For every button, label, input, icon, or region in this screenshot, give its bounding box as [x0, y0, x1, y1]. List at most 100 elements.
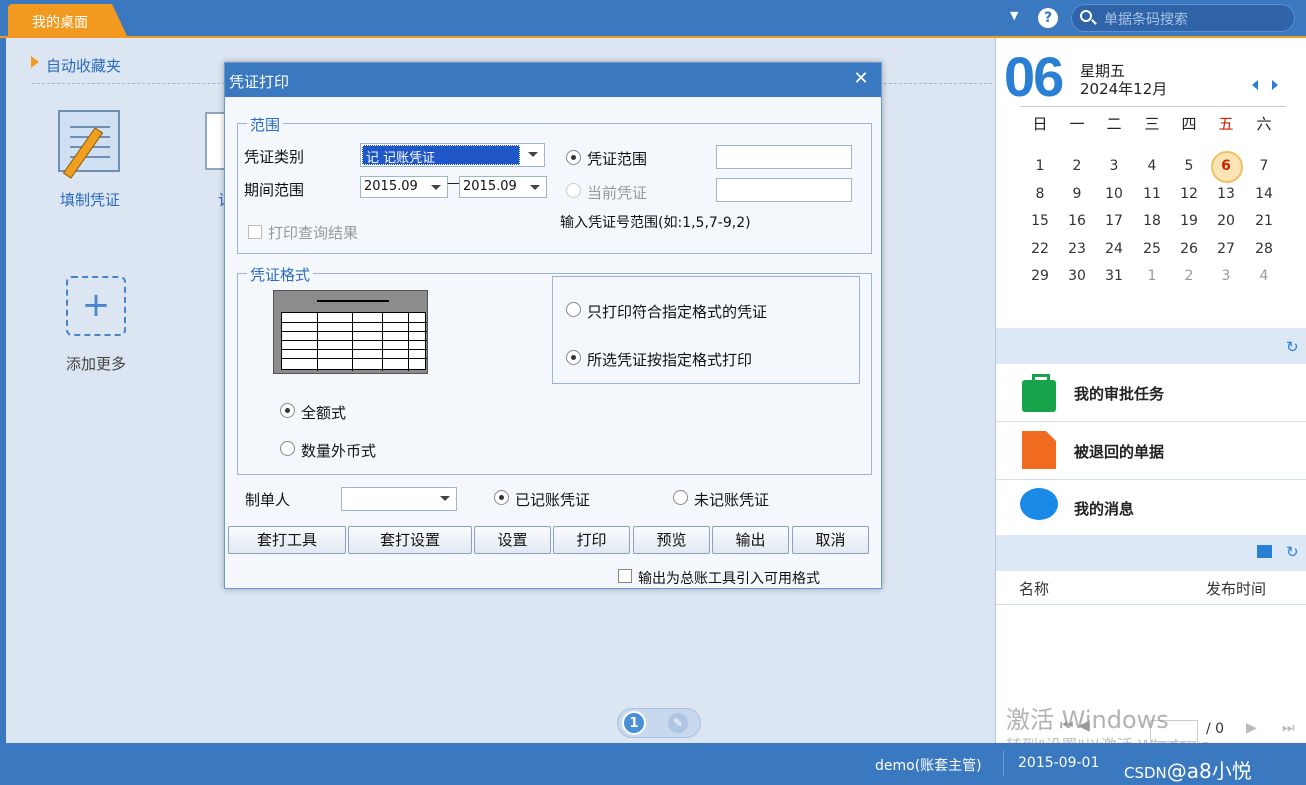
calendar-day[interactable]: 19 [1174, 213, 1204, 229]
format-group-title: 凭证格式 [247, 264, 314, 285]
current-voucher-radio[interactable] [566, 183, 581, 198]
refresh-icon[interactable]: ↻ [1286, 543, 1299, 561]
calendar-day[interactable]: 10 [1099, 186, 1129, 202]
calendar-day[interactable]: 23 [1062, 241, 1092, 257]
last-page-icon[interactable]: ⏭ [1282, 720, 1295, 736]
calendar-day[interactable]: 11 [1137, 186, 1167, 202]
selected-format-radio[interactable] [566, 350, 581, 365]
calendar-day[interactable]: 24 [1099, 241, 1129, 257]
weekday-header: 五 [1218, 115, 1234, 133]
unposted-radio[interactable] [673, 490, 688, 505]
calendar-day[interactable]: 9 [1062, 186, 1092, 202]
export-button[interactable]: 输出 [712, 526, 789, 554]
calendar-day[interactable]: 27 [1211, 241, 1241, 257]
calendar-day[interactable]: 5 [1174, 158, 1204, 174]
refresh-icon[interactable]: ↻ [1286, 338, 1299, 356]
calendar-day[interactable]: 18 [1137, 213, 1167, 229]
voucher-range-input[interactable] [716, 145, 852, 169]
task-label-approval[interactable]: 我的审批任务 [1074, 383, 1164, 404]
preview-title-line [317, 300, 389, 302]
maker-select[interactable] [341, 487, 457, 511]
help-icon[interactable]: ? [1038, 8, 1058, 28]
status-user: demo(账套主管) [875, 758, 982, 774]
search-icon[interactable] [1080, 10, 1092, 22]
calendar-day[interactable]: 14 [1249, 186, 1279, 202]
status-date: 2015-09-01 [1018, 755, 1100, 771]
calendar-day[interactable]: 15 [1025, 213, 1055, 229]
calendar-next-icon[interactable] [1272, 80, 1278, 90]
voucher-type-value[interactable]: 记 记账凭证 [362, 145, 520, 166]
calendar-prev-icon[interactable] [1252, 80, 1258, 90]
posted-label: 已记账凭证 [515, 491, 591, 509]
calendar-day[interactable]: 3 [1099, 158, 1129, 174]
calendar-day[interactable]: 2 [1174, 268, 1204, 284]
period-from-select[interactable]: 2015.09 [360, 176, 448, 198]
calendar-day[interactable]: 16 [1062, 213, 1092, 229]
page-1-button[interactable]: 1 [622, 711, 646, 735]
print-query-checkbox[interactable] [248, 225, 262, 239]
calendar-day[interactable]: 4 [1249, 268, 1279, 284]
calendar-day[interactable]: 30 [1062, 268, 1092, 284]
wrench-icon[interactable]: ✎ [668, 713, 688, 733]
add-more-label[interactable]: 添加更多 [66, 353, 126, 374]
task-label-returned[interactable]: 被退回的单据 [1074, 441, 1164, 462]
calendar-day[interactable]: 8 [1025, 186, 1055, 202]
calendar-day[interactable]: 12 [1174, 186, 1204, 202]
unposted-label: 未记账凭证 [694, 491, 770, 509]
calendar-day[interactable]: 22 [1025, 241, 1055, 257]
calendar-day[interactable]: 20 [1211, 213, 1241, 229]
calendar-day[interactable]: 29 [1025, 268, 1055, 284]
maker-label: 制单人 [245, 491, 291, 509]
posted-radio[interactable] [494, 490, 509, 505]
calendar-day[interactable]: 17 [1099, 213, 1129, 229]
cancel-button[interactable]: 取消 [792, 526, 869, 554]
next-page-icon[interactable]: ▶ [1246, 720, 1257, 736]
chevron-down-icon [528, 152, 538, 157]
full-amount-radio[interactable] [280, 403, 295, 418]
search-input[interactable]: 单据条码搜索 [1071, 4, 1295, 32]
quantity-fx-radio[interactable] [280, 441, 295, 456]
period-to-value: 2015.09 [463, 179, 517, 194]
voucher-range-radio[interactable] [566, 150, 581, 165]
calendar-day[interactable]: 21 [1249, 213, 1279, 229]
calendar-day[interactable]: 31 [1099, 268, 1129, 284]
column-header-time: 发布时间 [1206, 580, 1267, 598]
calendar-day[interactable]: 26 [1174, 241, 1204, 257]
calendar-day[interactable]: 1 [1025, 158, 1055, 174]
only-format-radio[interactable] [566, 302, 581, 317]
column-header-name: 名称 [1019, 580, 1050, 598]
add-more-icon[interactable]: + [66, 276, 126, 336]
chevron-down-icon [431, 185, 441, 190]
calendar-day[interactable]: 6 [1211, 158, 1241, 174]
calendar-day[interactable]: 2 [1062, 158, 1092, 174]
overprint-settings-button[interactable]: 套打设置 [348, 526, 472, 554]
close-icon[interactable]: ✕ [850, 68, 872, 90]
document-icon[interactable] [205, 112, 225, 170]
divider [996, 604, 1306, 605]
calendar-day[interactable]: 7 [1249, 158, 1279, 174]
voucher-type-label: 凭证类别 [244, 148, 305, 166]
favorites-title[interactable]: 自动收藏夹 [46, 55, 121, 76]
period-to-select[interactable]: 2015.09 [459, 176, 547, 198]
chevron-down-icon[interactable]: ▼ [1010, 9, 1018, 22]
divider [1020, 106, 1286, 107]
calendar-day[interactable]: 28 [1249, 241, 1279, 257]
overprint-tool-button[interactable]: 套打工具 [228, 526, 346, 554]
export-format-checkbox[interactable] [618, 569, 632, 583]
briefcase-icon [1022, 374, 1056, 412]
current-voucher-input[interactable] [716, 178, 852, 202]
preview-button[interactable]: 预览 [633, 526, 710, 554]
calendar-day[interactable]: 13 [1211, 186, 1241, 202]
settings-button[interactable]: 设置 [474, 526, 551, 554]
calendar-day[interactable]: 25 [1137, 241, 1167, 257]
calendar-day[interactable]: 1 [1137, 268, 1167, 284]
expand-arrow-icon[interactable] [31, 56, 39, 68]
tab-my-desktop[interactable]: 我的桌面 [8, 4, 128, 38]
calendar-day[interactable]: 4 [1137, 158, 1167, 174]
print-button[interactable]: 打印 [553, 526, 630, 554]
task-label-messages[interactable]: 我的消息 [1074, 498, 1134, 519]
app-label-voucher-entry[interactable]: 填制凭证 [60, 189, 120, 210]
book-icon[interactable] [1257, 545, 1272, 558]
weekday-header: 日 [1032, 115, 1048, 133]
calendar-day[interactable]: 3 [1211, 268, 1241, 284]
